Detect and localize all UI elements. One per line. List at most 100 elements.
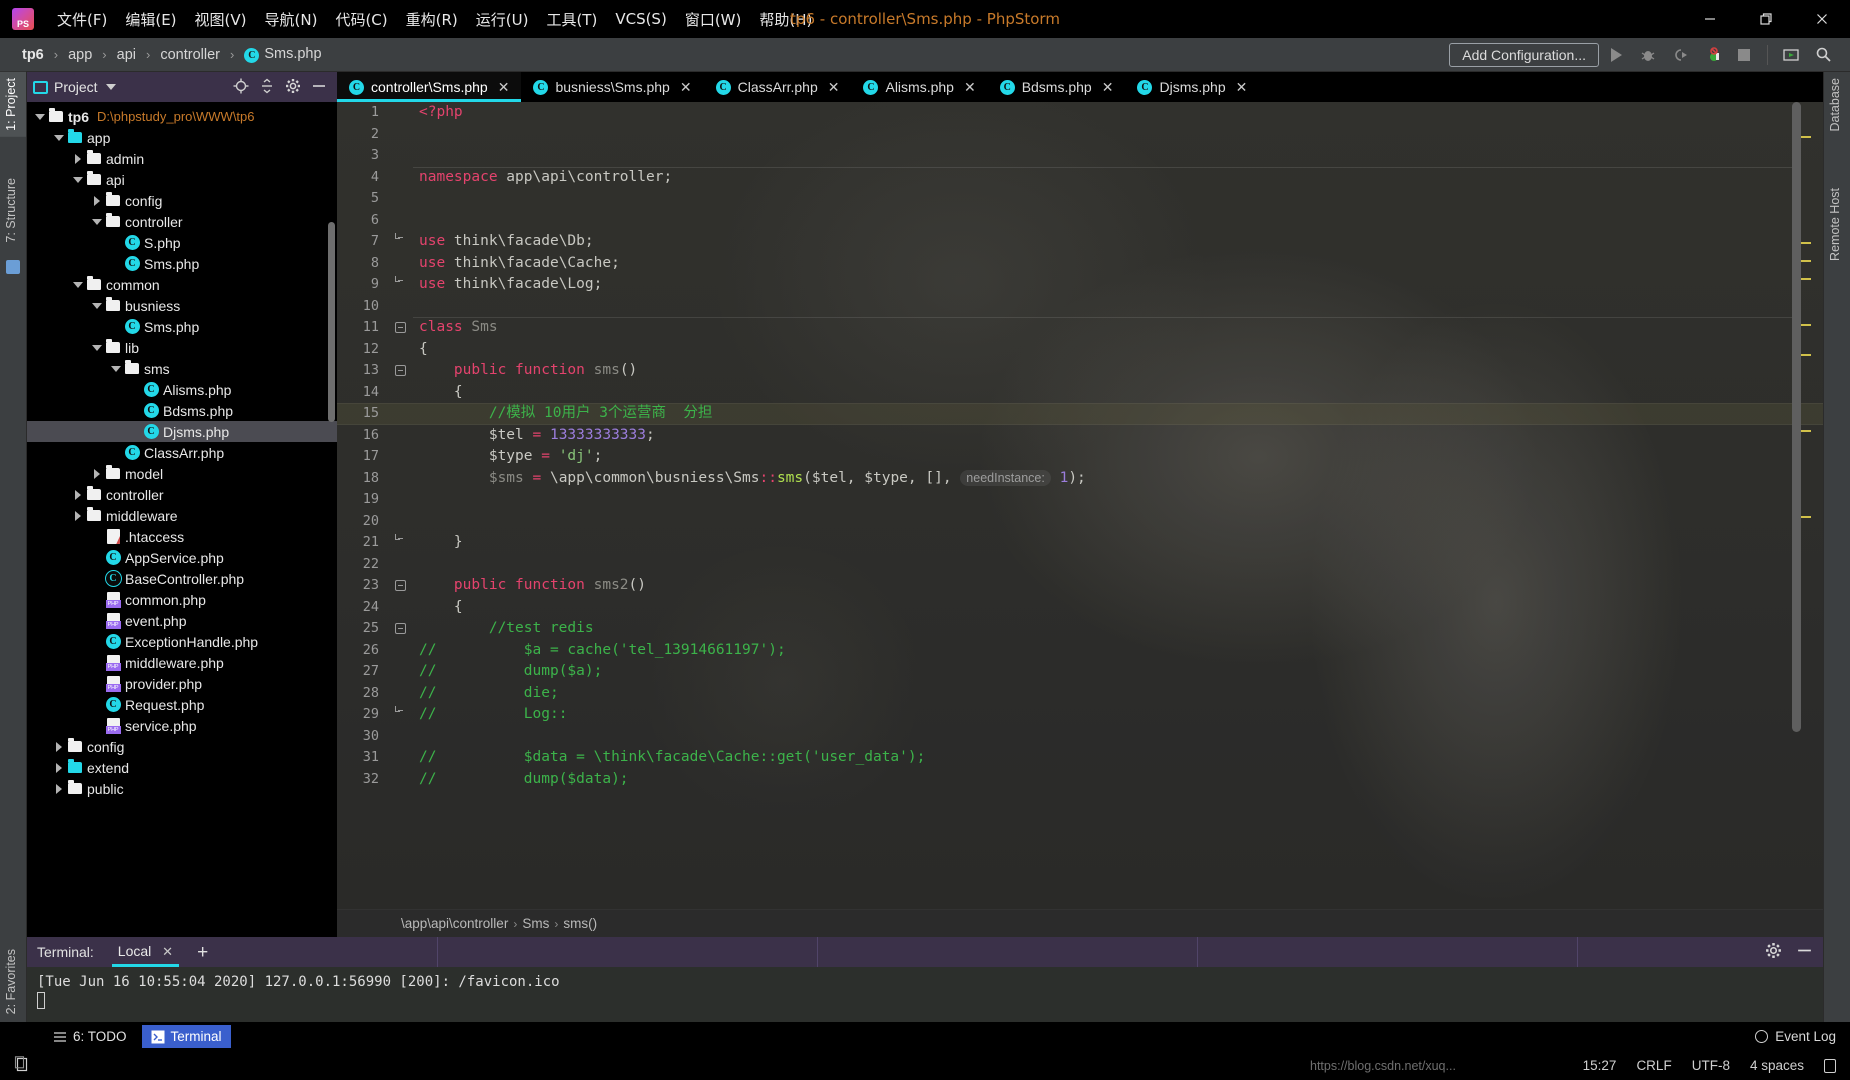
terminal-tab-local[interactable]: Local ✕ [111,939,180,967]
tree-item-controller[interactable]: controller [27,211,337,232]
menu-window[interactable]: 窗口(W) [676,7,751,32]
tree-item-provider-php[interactable]: provider.php [27,673,337,694]
chevron-down-icon[interactable] [71,281,85,288]
code-line[interactable]: 32 // dump($data); [337,769,1823,791]
bottom-tab-todo[interactable]: 6: TODO [44,1025,136,1048]
chevron-down-icon[interactable] [71,176,85,183]
tab-alisms[interactable]: C Alisms.php ✕ [851,72,987,102]
code-line[interactable]: 26 // $a = cache('tel_13914661197'); [337,640,1823,662]
code-line[interactable]: 28 // die; [337,683,1823,705]
tree-item-lib[interactable]: lib [27,337,337,358]
tree-item-extend[interactable]: extend [27,757,337,778]
code-line[interactable]: 11 class Sms [337,317,1823,339]
editor-breadcrumb-item[interactable]: Sms [522,916,549,931]
chevron-right-icon[interactable] [90,468,104,479]
lock-icon[interactable] [1824,1058,1836,1073]
editor-breadcrumb-item[interactable]: \app\api\controller [401,916,508,931]
profiler-icon[interactable] [1697,41,1727,69]
chevron-right-icon[interactable] [90,195,104,206]
chevron-right-icon[interactable] [52,783,66,794]
code-line[interactable]: 22 [337,554,1823,576]
chevron-right-icon[interactable] [52,741,66,752]
tree-item-busniess[interactable]: busniess [27,295,337,316]
fold-region-icon[interactable] [395,276,403,282]
code-line[interactable]: 24 { [337,597,1823,619]
close-button[interactable] [1794,0,1850,38]
chevron-down-icon[interactable] [109,365,123,372]
code-line[interactable]: 13 public function sms() [337,360,1823,382]
tree-item--htaccess[interactable]: .htaccess [27,526,337,547]
tree-item-basecontroller-php[interactable]: C BaseController.php [27,568,337,589]
code-line[interactable]: 4 namespace app\api\controller; [337,166,1823,189]
tab-djsms[interactable]: C Djsms.php ✕ [1125,72,1259,102]
fold-region-icon[interactable] [395,706,403,712]
tree-item-event-php[interactable]: event.php [27,610,337,631]
collapse-all-icon[interactable] [259,78,275,97]
menu-navigate[interactable]: 导航(N) [256,7,327,32]
status-encoding[interactable]: UTF-8 [1692,1058,1730,1073]
chevron-down-icon[interactable] [52,134,66,141]
close-icon[interactable]: ✕ [680,79,692,96]
code-line[interactable]: 12 { [337,339,1823,361]
run-coverage-icon[interactable] [1665,41,1695,69]
chevron-right-icon[interactable] [52,762,66,773]
fold-collapse-icon[interactable] [395,580,406,591]
chevron-down-icon[interactable] [105,84,116,90]
code-line[interactable]: 27 // dump($a); [337,661,1823,683]
chevron-down-icon[interactable] [90,218,104,225]
tree-item-api[interactable]: api [27,169,337,190]
tree-item-config[interactable]: config [27,736,337,757]
code-line[interactable]: 15 //模拟 10用户 3个运营商 分担 [337,403,1823,425]
breadcrumb-item-sms-php[interactable]: C Sms.php [240,45,325,64]
breadcrumb-item-controller[interactable]: controller [156,46,224,64]
chevron-down-icon[interactable] [33,113,47,120]
tree-item-common[interactable]: common [27,274,337,295]
tree-item-service-php[interactable]: service.php [27,715,337,736]
project-tree[interactable]: tp6 D:\phpstudy_pro\WWW\tp6 app admin api con… [27,102,337,937]
code-line[interactable]: 3 [337,145,1823,167]
tree-item-s-php[interactable]: C S.php [27,232,337,253]
code-line[interactable]: 14 { [337,382,1823,404]
view-breakpoints-icon[interactable] [1776,41,1806,69]
fold-collapse-icon[interactable] [395,623,406,634]
status-copy-icon[interactable] [14,1056,29,1075]
tab-busniess-sms[interactable]: Cbusniess\Sms.php ✕ [521,72,703,102]
fold-region-icon[interactable] [395,233,403,239]
source-code[interactable]: 1 <?php 2 3 4 namespace app\api\controller; 5 6… [337,102,1823,790]
fold-collapse-icon[interactable] [395,365,406,376]
code-line[interactable]: 6 [337,210,1823,232]
tree-item-classarr-php[interactable]: C ClassArr.php [27,442,337,463]
status-indent[interactable]: 4 spaces [1750,1058,1804,1073]
tree-item-public[interactable]: public [27,778,337,799]
tree-item-bdsms-php[interactable]: C Bdsms.php [27,400,337,421]
editor-breadcrumb-item[interactable]: sms() [563,916,597,931]
breadcrumb-item-tp6[interactable]: tp6 [18,46,48,64]
tool-window-project[interactable]: 1: Project [0,72,26,137]
code-line[interactable]: 16 $tel = 13333333333; [337,425,1823,447]
run-icon[interactable] [1601,41,1631,69]
menu-file[interactable]: 文件(F) [48,7,116,32]
hide-icon[interactable] [1796,942,1813,963]
hide-icon[interactable] [311,78,327,97]
close-icon[interactable]: ✕ [964,79,976,96]
code-line[interactable]: 19 [337,489,1823,511]
code-line[interactable]: 9 use think\facade\Log; [337,274,1823,296]
event-log-button[interactable]: Event Log [1755,1022,1836,1051]
tree-item-common-php[interactable]: common.php [27,589,337,610]
code-line[interactable]: 7 use think\facade\Db; [337,231,1823,253]
tool-window-icon[interactable] [6,260,20,274]
tree-item-app[interactable]: app [27,127,337,148]
tree-item-sms-php[interactable]: C Sms.php [27,253,337,274]
menu-tools[interactable]: 工具(T) [537,7,606,32]
code-line[interactable]: 17 $type = 'dj'; [337,446,1823,468]
code-line[interactable]: 8 use think\facade\Cache; [337,253,1823,275]
menu-edit[interactable]: 编辑(E) [116,7,185,32]
menu-vcs[interactable]: VCS(S) [606,8,675,30]
tree-item-config[interactable]: config [27,190,337,211]
code-line[interactable]: 21 } [337,532,1823,554]
debug-icon[interactable] [1633,41,1663,69]
tool-window-structure[interactable]: 7: Structure [0,172,26,249]
settings-gear-icon[interactable] [1765,942,1782,963]
menu-code[interactable]: 代码(C) [326,7,396,32]
code-line[interactable]: 2 [337,124,1823,146]
